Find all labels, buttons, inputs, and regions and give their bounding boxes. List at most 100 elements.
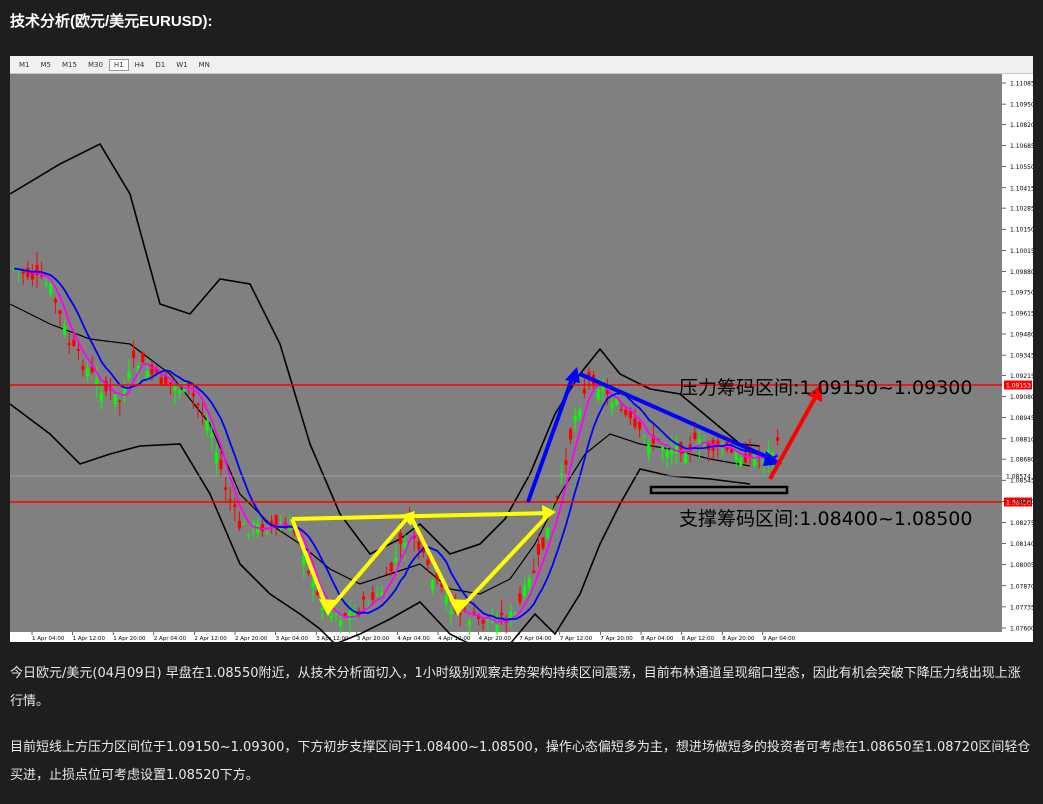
bear-candle: [518, 593, 522, 603]
bear-candle: [141, 352, 145, 363]
bull-candle: [95, 378, 99, 385]
bear-candle: [132, 350, 136, 359]
time-tick-label: 3 Apr 20:00: [357, 636, 390, 642]
time-tick-label: 9 Apr 04:00: [763, 636, 796, 642]
time-tick-label: 7 Apr 20:00: [600, 636, 633, 642]
time-tick-label: 2 Apr 20:00: [235, 636, 268, 642]
bull-candle: [44, 282, 48, 285]
bull-candle: [348, 611, 352, 621]
bear-candle: [638, 422, 642, 430]
time-tick-label: 7 Apr 04:00: [519, 636, 552, 642]
bear-candle: [201, 415, 205, 417]
resistance-price-tag: 1.09153: [1006, 383, 1031, 390]
bull-candle: [573, 415, 577, 422]
time-tick-label: 2 Apr 12:00: [194, 636, 227, 642]
price-tick-label: 1.08005: [1010, 562, 1033, 569]
price-tick-label: 1.07735: [1010, 604, 1033, 611]
resistance-zone-label: 压力筹码区间:1.09150~1.09300: [679, 377, 972, 399]
bull-candle: [702, 444, 706, 446]
timeframe-toolbar: M1 M5 M15 M30 H1 H4 D1 W1 MN: [10, 56, 1033, 74]
bear-candle: [417, 541, 421, 550]
price-tick-label: 1.10950: [1010, 102, 1033, 109]
price-tick-label: 1.08140: [1010, 541, 1033, 548]
section-heading: 技术分析(欧元/美元EURUSD):: [10, 13, 213, 30]
timeframe-button-m30[interactable]: M30: [83, 59, 108, 71]
price-tick-label: 1.07600: [1010, 626, 1033, 633]
bear-candle: [481, 619, 485, 624]
bear-candle: [81, 365, 85, 370]
bear-candle: [76, 348, 80, 351]
timeframe-button-h1[interactable]: H1: [108, 58, 129, 71]
price-tick-label: 1.09345: [1010, 353, 1033, 360]
timeframe-button-d1[interactable]: D1: [150, 59, 170, 71]
timeframe-button-h4[interactable]: H4: [130, 59, 150, 71]
bull-candle: [509, 611, 513, 619]
bear-candle: [53, 299, 57, 303]
price-tick-label: 1.08810: [1010, 436, 1033, 443]
bull-candle: [601, 386, 605, 392]
bear-candle: [306, 571, 310, 573]
bull-candle: [49, 283, 53, 295]
bear-candle: [67, 342, 71, 346]
timeframe-button-m5[interactable]: M5: [36, 59, 57, 71]
bull-candle: [431, 580, 435, 590]
bear-candle: [362, 596, 366, 600]
bull-candle: [661, 446, 665, 451]
bear-candle: [228, 499, 232, 501]
price-tick-label: 1.10820: [1010, 122, 1033, 129]
time-tick-label: 4 Apr 12:00: [438, 636, 471, 642]
bear-candle: [196, 403, 200, 406]
timeframe-button-m15[interactable]: M15: [57, 59, 82, 71]
bear-candle: [472, 612, 476, 614]
price-tick-label: 1.07870: [1010, 583, 1033, 590]
time-tick-label: 8 Apr 04:00: [641, 636, 674, 642]
bull-candle: [178, 390, 182, 394]
bull-candle: [665, 449, 669, 459]
bull-candle: [265, 531, 269, 534]
bull-candle: [375, 593, 379, 595]
price-tick-label: 1.08275: [1010, 520, 1033, 527]
time-tick-label: 2 Apr 04:00: [154, 636, 187, 642]
bear-candle: [40, 275, 44, 277]
timeframe-button-m1[interactable]: M1: [14, 59, 35, 71]
price-tick-label: 1.08410: [1010, 499, 1033, 506]
bear-candle: [385, 573, 389, 575]
price-tick-label: 1.09880: [1010, 269, 1033, 276]
time-tick-label: 1 Apr 20:00: [113, 636, 146, 642]
price-tick-label: 1.11085: [1010, 81, 1033, 88]
bull-candle: [113, 394, 117, 405]
price-tick-label: 1.09750: [1010, 289, 1033, 296]
bear-candle: [426, 559, 430, 565]
bear-candle: [582, 388, 586, 394]
bull-candle: [173, 385, 177, 391]
bear-candle: [532, 570, 536, 573]
time-tick-label: 3 Apr 04:00: [276, 636, 309, 642]
bear-candle: [716, 440, 720, 445]
bull-candle: [596, 388, 600, 400]
bear-candle: [555, 495, 559, 497]
price-tick-label: 1.10685: [1010, 143, 1033, 150]
timeframe-button-w1[interactable]: W1: [171, 59, 192, 71]
bull-candle: [647, 444, 651, 455]
bear-candle: [26, 267, 30, 278]
bull-candle: [642, 435, 646, 437]
time-tick-label: 1 Apr 04:00: [32, 636, 65, 642]
bull-candle: [210, 433, 214, 438]
time-tick-label: 4 Apr 04:00: [397, 636, 430, 642]
time-tick-label: 7 Apr 12:00: [560, 636, 593, 642]
bear-candle: [233, 504, 237, 508]
bull-candle: [86, 368, 90, 377]
bull-candle: [329, 615, 333, 618]
bull-candle: [495, 625, 499, 632]
bear-candle: [371, 592, 375, 600]
bull-candle: [559, 473, 563, 475]
bull-candle: [684, 452, 688, 464]
bull-candle: [578, 409, 582, 419]
bull-candle: [444, 596, 448, 604]
timeframe-button-mn[interactable]: MN: [194, 59, 215, 71]
time-tick-label: 3 Apr 12:00: [316, 636, 349, 642]
price-tick-label: 1.09615: [1010, 310, 1033, 317]
bull-candle: [214, 452, 218, 464]
bull-candle: [63, 326, 67, 335]
bull-candle: [449, 610, 453, 615]
